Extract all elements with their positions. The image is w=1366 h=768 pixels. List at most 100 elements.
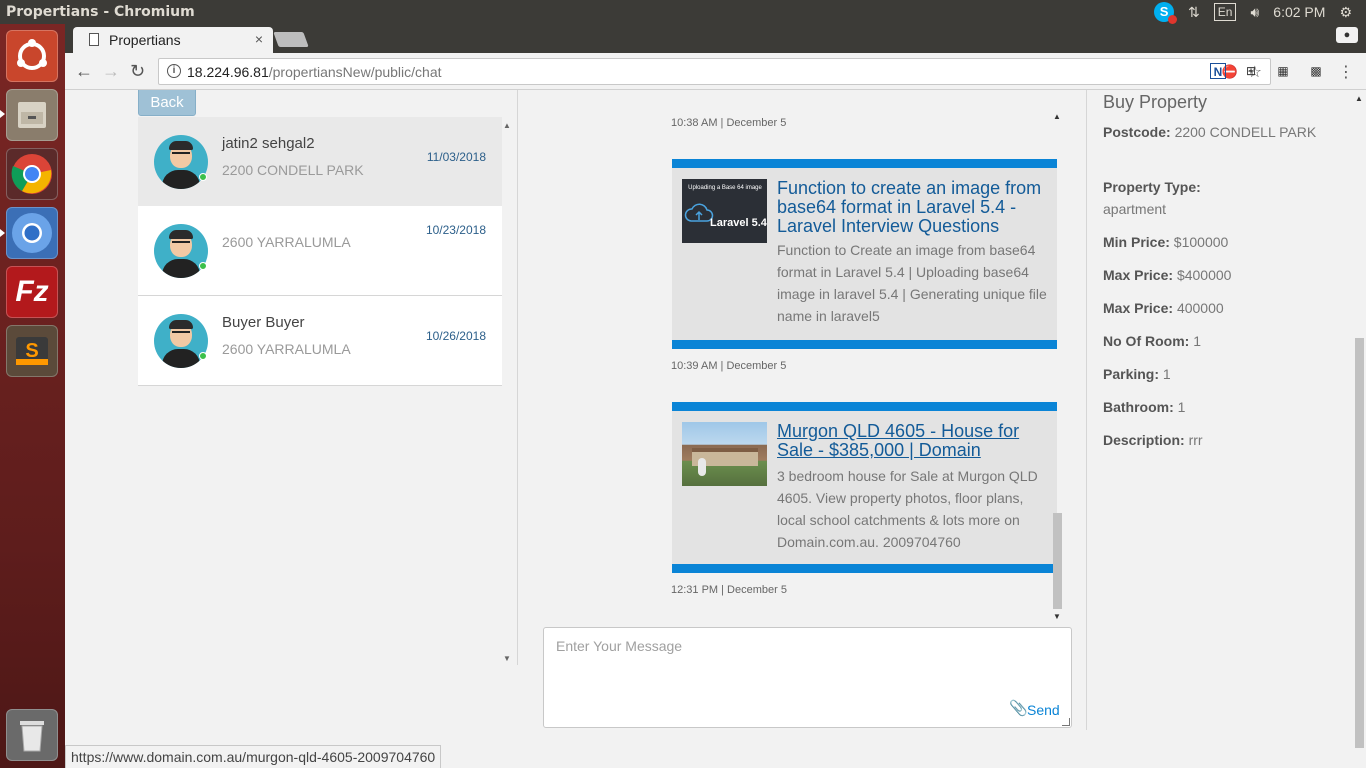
property-rooms: No Of Room: 1 (1103, 330, 1333, 352)
chromium-icon[interactable] (6, 207, 58, 259)
network-icon[interactable]: ⇅ (1188, 4, 1200, 21)
divider (1086, 90, 1087, 730)
avatar (154, 314, 208, 368)
extension-qr2-icon[interactable]: ▩ (1308, 63, 1324, 79)
address-bar[interactable]: i 18.224.96.81/propertiansNew/public/cha… (158, 58, 1271, 85)
link-description: Function to Create an image from base64 … (777, 242, 1047, 324)
resize-handle[interactable] (1062, 718, 1070, 726)
extension-qr-icon[interactable]: ▦ (1275, 63, 1291, 79)
property-panel-title: Buy Property (1103, 92, 1208, 112)
property-min-price: Min Price: $100000 (1103, 231, 1333, 253)
contact-date: 11/03/2018 (426, 150, 486, 164)
link-description: 3 bedroom house for Sale at Murgon QLD 4… (777, 468, 1038, 550)
keyboard-language-indicator[interactable]: En (1213, 3, 1237, 21)
scrollbar-thumb[interactable] (1355, 338, 1364, 748)
new-tab-button[interactable] (273, 32, 309, 47)
property-parking: Parking: 1 (1103, 363, 1333, 385)
contact-date: 10/26/2018 (425, 329, 486, 343)
browser-menu-icon[interactable]: ⋮ (1338, 62, 1354, 82)
link-status-bubble: https://www.domain.com.au/murgon-qld-460… (65, 745, 442, 768)
contact-list: jatin2 sehgal2 2200 CONDELL PARK 11/03/2… (138, 117, 502, 665)
property-bathroom: Bathroom: 1 (1103, 396, 1333, 418)
back-arrow-icon[interactable]: ← (75, 61, 93, 82)
launcher: Fz S (0, 24, 65, 768)
volume-icon[interactable]: 🔊︎ (1250, 4, 1259, 21)
field-value: rrr (1188, 432, 1203, 448)
thumbnail-caption: Uploading a Base 64 image (688, 185, 762, 191)
browser-tab-strip: Propertians × ● (65, 24, 1366, 53)
extension-n-icon[interactable]: N (1210, 63, 1226, 79)
tab-propertians[interactable]: Propertians × (73, 27, 273, 53)
link-preview-card[interactable]: Murgon QLD 4605 - House for Sale - $385,… (672, 402, 1057, 573)
url-path: /propertiansNew/public/chat (268, 64, 442, 80)
attach-paperclip-icon[interactable]: 📎 (1009, 699, 1028, 717)
files-icon[interactable] (6, 89, 58, 141)
online-status-dot (199, 262, 207, 270)
field-label: Parking: (1103, 366, 1160, 382)
tab-title: Propertians (109, 32, 181, 48)
page-scrollbar[interactable]: ▲ (1352, 90, 1366, 768)
ubuntu-dash-icon[interactable] (6, 30, 58, 82)
field-label: Min Price: (1103, 234, 1170, 250)
back-button[interactable]: Back (138, 90, 196, 116)
extension-ruler-icon[interactable]: ⊞ (1243, 63, 1259, 79)
contact-item[interactable]: Buyer Buyer 2600 YARRALUMLA 10/26/2018 (138, 296, 502, 386)
contact-name: Buyer Buyer (222, 314, 305, 331)
contact-item[interactable]: 2600 YARRALUMLA 10/23/2018 (138, 206, 502, 296)
page-icon (89, 33, 99, 46)
chrome-icon[interactable] (6, 148, 58, 200)
url-text: 18.224.96.81/propertiansNew/public/chat (187, 64, 442, 80)
scrollbar-thumb[interactable] (1053, 513, 1062, 609)
message-composer[interactable]: Enter Your Message 📎 Send (543, 627, 1072, 728)
send-button[interactable]: Send (1027, 702, 1060, 718)
field-value: 1 (1193, 333, 1202, 349)
field-label: No Of Room: (1103, 333, 1190, 349)
contact-location: 2600 YARRALUMLA (222, 234, 351, 250)
forward-arrow-icon[interactable]: → (102, 61, 120, 82)
online-status-dot (199, 352, 207, 360)
chat-scrollbar[interactable]: ▲ ▼ (1051, 90, 1063, 620)
trash-icon[interactable] (6, 709, 58, 761)
message-timestamp: 10:38 AM | December 5 (671, 117, 787, 129)
tab-close-icon[interactable]: × (255, 31, 263, 47)
profile-icon[interactable]: ● (1336, 27, 1358, 43)
link-title[interactable]: Murgon QLD 4605 - House for Sale - $385,… (777, 422, 1052, 460)
screen: Propertians - Chromium S ⇅ En 🔊︎ 6:02 PM… (0, 0, 1366, 768)
scroll-up-arrow-icon[interactable]: ▲ (1053, 112, 1061, 121)
link-thumbnail (682, 422, 767, 486)
reload-icon[interactable]: ↻ (130, 61, 145, 82)
contact-item[interactable]: jatin2 sehgal2 2200 CONDELL PARK 11/03/2… (138, 117, 502, 207)
message-input[interactable]: Enter Your Message (556, 638, 682, 654)
field-label: Description: (1103, 432, 1185, 448)
link-preview-card[interactable]: Uploading a Base 64 image Laravel 5.4 Fu… (672, 159, 1057, 349)
field-label: Postcode: (1103, 124, 1171, 140)
system-tray: S ⇅ En 🔊︎ 6:02 PM ⚙ (1154, 0, 1366, 24)
running-indicator (0, 110, 5, 118)
field-value: $400000 (1176, 267, 1232, 283)
settings-gear-icon[interactable]: ⚙ (1339, 4, 1352, 21)
property-description: Description: rrr (1103, 429, 1333, 451)
scroll-down-arrow-icon[interactable]: ▼ (503, 654, 511, 663)
clock[interactable]: 6:02 PM (1273, 4, 1325, 20)
avatar (154, 224, 208, 278)
contact-location: 2600 YARRALUMLA (222, 341, 351, 357)
property-type: Property Type: apartment (1103, 176, 1333, 220)
site-info-icon[interactable]: i (167, 64, 181, 78)
property-max-price: Max Price: $400000 (1103, 264, 1333, 286)
skype-icon[interactable]: S (1154, 2, 1178, 24)
scroll-up-arrow-icon[interactable]: ▲ (503, 121, 511, 130)
field-value: apartment (1103, 201, 1167, 217)
scroll-up-arrow-icon[interactable]: ▲ (1355, 94, 1363, 103)
contact-location: 2200 CONDELL PARK (222, 162, 364, 178)
field-value: 400000 (1176, 300, 1224, 316)
browser-toolbar: ← → ↻ i 18.224.96.81/propertiansNew/publ… (65, 53, 1366, 90)
contact-list-scrollbar[interactable]: ▲ ▼ (502, 117, 514, 665)
link-title[interactable]: Function to create an image from base64 … (777, 179, 1052, 236)
page-content: Back jatin2 sehgal2 2200 CONDELL PARK 11… (65, 90, 1352, 768)
scroll-down-arrow-icon[interactable]: ▼ (1053, 612, 1061, 620)
message-timestamp: 12:31 PM | December 5 (671, 584, 787, 596)
property-postcode: Postcode: 2200 CONDELL PARK (1103, 121, 1333, 143)
filezilla-icon[interactable]: Fz (6, 266, 58, 318)
sublime-text-icon[interactable]: S (6, 325, 58, 377)
thumbnail-label: Laravel 5.4 (710, 217, 767, 229)
